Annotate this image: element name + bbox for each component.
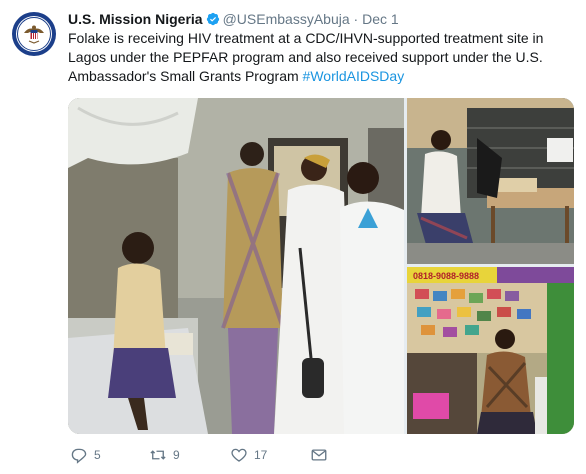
tweet-actions: 5 9 17 [68, 446, 468, 468]
photo-woman-at-stall[interactable] [407, 98, 574, 264]
photo-patient-room[interactable] [68, 98, 404, 434]
tweet-date[interactable]: Dec 1 [362, 11, 399, 27]
avatar[interactable] [12, 12, 56, 56]
tweet[interactable]: U.S. Mission Nigeria @USEmbassyAbuja · De… [0, 0, 586, 474]
tweet-header: U.S. Mission Nigeria @USEmbassyAbuja · De… [68, 10, 399, 28]
photo-woman-at-kiosk[interactable]: 0818-9088-9888 [407, 267, 574, 434]
reply-icon [71, 448, 87, 464]
tweet-text: Folake is receiving HIV treatment at a C… [68, 29, 568, 86]
separator-dot: · [353, 11, 359, 27]
media-grid: 0818-9088-9888 [68, 98, 574, 434]
heart-icon [231, 448, 247, 462]
like-button[interactable]: 17 [230, 446, 267, 464]
sign-text: 0818-9088-9888 [413, 271, 479, 281]
envelope-icon [311, 449, 327, 461]
retweet-count: 9 [173, 448, 180, 462]
hashtag-link[interactable]: #WorldAIDSDay [303, 68, 405, 84]
author-handle[interactable]: @USEmbassyAbuja [223, 11, 350, 27]
direct-message-button[interactable] [310, 446, 328, 464]
reply-button[interactable]: 5 [70, 446, 101, 464]
retweet-icon [150, 450, 166, 460]
author-name[interactable]: U.S. Mission Nigeria [68, 11, 203, 27]
verified-badge-icon [206, 12, 219, 26]
like-count: 17 [254, 448, 268, 462]
retweet-button[interactable]: 9 [149, 446, 180, 464]
us-seal-icon [13, 13, 55, 55]
reply-count: 5 [94, 448, 101, 462]
